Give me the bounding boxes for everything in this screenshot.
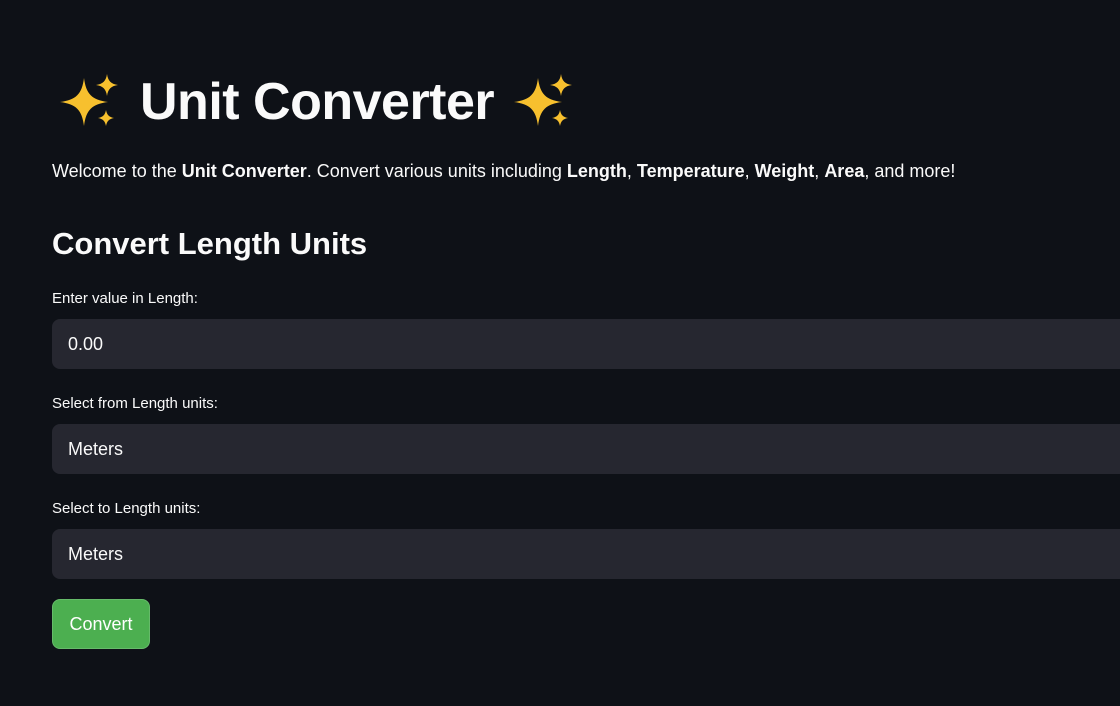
from-unit-select[interactable]: Meters <box>52 424 1120 474</box>
value-input-container <box>52 319 1120 369</box>
page-title-text: Unit Converter <box>140 73 495 131</box>
to-unit-select[interactable]: Meters <box>52 529 1120 579</box>
intro-text: Welcome to the Unit Converter. Convert v… <box>52 158 955 184</box>
page-title: Unit Converter <box>60 70 574 134</box>
value-input[interactable] <box>68 333 1120 355</box>
intro-suffix: , and more! <box>864 161 956 181</box>
intro-separator: , <box>814 161 825 181</box>
intro-separator: , <box>626 161 637 181</box>
intro-unit-weight: Weight <box>754 161 815 181</box>
intro-prefix: Welcome to the <box>52 161 182 181</box>
app-page: Unit Converter Welcome to the Unit Conve… <box>0 0 1120 706</box>
section-title: Convert Length Units <box>52 226 368 261</box>
intro-middle: . Convert various units including <box>306 161 567 181</box>
to-unit-selected: Meters <box>68 543 124 564</box>
intro-unit-length: Length <box>566 161 627 181</box>
to-unit-label: Select to Length units: <box>52 500 201 517</box>
intro-unit-area: Area <box>824 161 865 181</box>
convert-button[interactable]: Convert <box>52 599 150 649</box>
intro-separator: , <box>744 161 755 181</box>
from-unit-selected: Meters <box>68 438 124 459</box>
sparkles-icon <box>514 74 574 130</box>
sparkles-icon <box>60 74 120 130</box>
intro-app-name: Unit Converter <box>181 161 307 181</box>
intro-unit-temperature: Temperature <box>636 161 745 181</box>
value-input-label: Enter value in Length: <box>52 290 198 307</box>
from-unit-label: Select from Length units: <box>52 395 218 412</box>
